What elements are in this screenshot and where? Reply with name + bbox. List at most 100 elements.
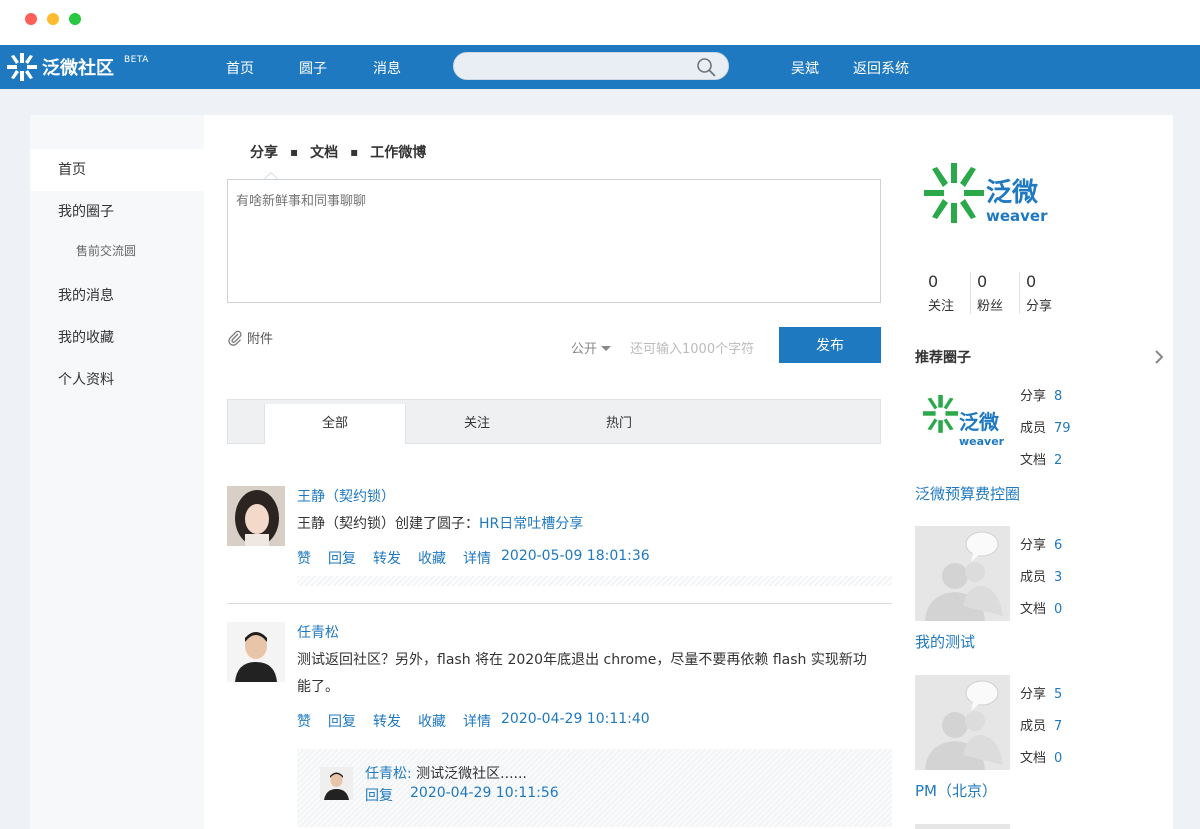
tab-separator: ▪ xyxy=(350,145,359,159)
user-photo-icon xyxy=(320,767,353,800)
favorite-button[interactable]: 收藏 xyxy=(418,548,446,568)
publish-button[interactable]: 发布 xyxy=(779,327,881,363)
post-author[interactable]: 王静（契约锁） xyxy=(297,486,395,506)
sidebar-item-my-favorites[interactable]: 我的收藏 xyxy=(30,317,204,359)
stat-value: 0 xyxy=(1026,272,1037,291)
sidebar-item-home[interactable]: 首页 xyxy=(30,149,204,191)
quote-author[interactable]: 任青松: xyxy=(365,766,412,782)
reply-button[interactable]: 回复 xyxy=(328,548,356,568)
stat-shares[interactable]: 0 分享 xyxy=(1024,272,1069,314)
circle-logo-cn-text: 泛微 xyxy=(959,410,999,434)
quote-timestamp: 2020-04-29 10:11:56 xyxy=(410,785,559,801)
circle-share-label: 分享 xyxy=(1020,538,1047,553)
circle-doc-label: 文档 xyxy=(1020,453,1047,468)
attach-button[interactable]: 附件 xyxy=(227,328,273,347)
minimize-window-button[interactable] xyxy=(47,13,59,25)
circle-name[interactable]: 我的测试 xyxy=(915,631,975,652)
circle-doc-value[interactable]: 0 xyxy=(1054,602,1062,617)
tab-work-weibo[interactable]: 工作微博 xyxy=(370,142,426,162)
avatar[interactable] xyxy=(227,622,285,682)
circle-share-count: 分享 8 xyxy=(1020,385,1062,404)
circle-doc-count: 文档 0 xyxy=(1020,598,1062,617)
circle-image[interactable] xyxy=(915,526,1010,621)
circle-share-label: 分享 xyxy=(1020,389,1047,404)
recommended-circles-title: 推荐圈子 xyxy=(915,350,971,366)
sidebar-item-profile[interactable]: 个人资料 xyxy=(30,359,204,401)
profile-logo: 泛微 weaver xyxy=(920,153,1062,235)
post-timestamp: 2020-04-29 10:11:40 xyxy=(501,711,650,727)
tab-following[interactable]: 关注 xyxy=(406,404,548,444)
circle-logo-en-text: weaver xyxy=(959,435,1005,448)
stat-label: 分享 xyxy=(1026,299,1053,314)
circle-doc-count: 文档 2 xyxy=(1020,449,1062,468)
circle-member-label: 成员 xyxy=(1020,570,1047,585)
nav-home[interactable]: 首页 xyxy=(226,58,254,78)
circle-share-value[interactable]: 6 xyxy=(1054,538,1062,553)
sidebar-item-my-circles[interactable]: 我的圈子 xyxy=(30,191,204,233)
circle-member-count: 成员 79 xyxy=(1020,417,1071,436)
privacy-dropdown[interactable]: 公开 xyxy=(571,338,612,357)
circle-share-value[interactable]: 8 xyxy=(1054,389,1062,404)
tab-share[interactable]: 分享 xyxy=(250,142,278,162)
favorite-button[interactable]: 收藏 xyxy=(418,711,446,731)
circle-image[interactable] xyxy=(915,675,1010,770)
maximize-window-button[interactable] xyxy=(69,13,81,25)
stat-following[interactable]: 0 关注 xyxy=(926,272,971,314)
attach-label: 附件 xyxy=(247,332,274,347)
nav-back-to-system[interactable]: 返回系统 xyxy=(853,58,909,78)
details-button[interactable]: 详情 xyxy=(463,548,491,568)
circle-name[interactable]: PM（北京） xyxy=(915,780,997,801)
forwarded-quote: 任青松: 测试泛微社区...... 回复 2020-04-29 10:11:56 xyxy=(297,749,892,827)
post-actions: 赞 回复 转发 收藏 详情 2020-05-09 18:01:36 xyxy=(297,548,650,568)
details-button[interactable]: 详情 xyxy=(463,711,491,731)
avatar[interactable] xyxy=(227,486,285,546)
stat-value: 0 xyxy=(928,272,939,291)
circle-image[interactable]: 泛微 weaver xyxy=(915,377,1010,472)
post-timestamp: 2020-05-09 18:01:36 xyxy=(501,548,650,564)
close-window-button[interactable] xyxy=(25,13,37,25)
tab-document[interactable]: 文档 xyxy=(310,142,338,162)
chevron-right-icon[interactable] xyxy=(1154,350,1164,364)
post-divider xyxy=(227,603,892,604)
circle-member-value[interactable]: 79 xyxy=(1054,421,1071,436)
tab-all[interactable]: 全部 xyxy=(264,404,406,444)
site-logo[interactable]: 泛微社区 xyxy=(6,50,114,84)
search-box xyxy=(453,52,729,80)
circle-doc-value[interactable]: 2 xyxy=(1054,453,1062,468)
circle-share-value[interactable]: 5 xyxy=(1054,687,1062,702)
profile-stats: 0 关注 0 粉丝 0 分享 xyxy=(926,272,1073,314)
forward-button[interactable]: 转发 xyxy=(373,548,401,568)
circle-member-value[interactable]: 3 xyxy=(1054,570,1062,585)
nav-user[interactable]: 吴斌 xyxy=(791,58,819,78)
weaver-brand-logo-icon: 泛微 weaver xyxy=(924,163,1048,225)
sidebar-sub-item-presales-circle[interactable]: 售前交流圆 xyxy=(76,242,136,259)
brand-cn-text: 泛微 xyxy=(986,177,1038,208)
right-column: 泛微 weaver 0 关注 0 粉丝 0 分享 推荐圈子 泛微 weaver … xyxy=(906,115,1173,829)
reply-button[interactable]: 回复 xyxy=(328,711,356,731)
search-input[interactable] xyxy=(468,57,688,75)
circle-doc-value[interactable]: 0 xyxy=(1054,751,1062,766)
post-composer[interactable] xyxy=(227,179,881,303)
forward-button[interactable]: 转发 xyxy=(373,711,401,731)
search-icon[interactable] xyxy=(696,57,716,77)
circle-member-value[interactable]: 7 xyxy=(1054,719,1062,734)
like-button[interactable]: 赞 xyxy=(297,548,311,568)
circle-member-label: 成员 xyxy=(1020,719,1047,734)
quote-reply-button[interactable]: 回复 xyxy=(365,785,393,805)
tab-hot[interactable]: 热门 xyxy=(548,404,690,444)
avatar[interactable] xyxy=(320,767,353,800)
nav-circles[interactable]: 圆子 xyxy=(299,58,327,78)
post-author[interactable]: 任青松 xyxy=(297,622,339,642)
main-column: 分享 ▪ 文档 ▪ 工作微博 附件 公开 还可输入1000个字符 发布 全部 关… xyxy=(205,115,905,829)
weaver-logo-icon xyxy=(7,53,37,81)
like-button[interactable]: 赞 xyxy=(297,711,311,731)
stat-label: 粉丝 xyxy=(977,299,1004,314)
paperclip-icon xyxy=(228,330,242,346)
stat-followers[interactable]: 0 粉丝 xyxy=(975,272,1020,314)
circle-name[interactable]: 泛微预算费控圈 xyxy=(915,483,1020,504)
circle-member-count: 成员 3 xyxy=(1020,566,1062,585)
circle-link[interactable]: HR日常吐槽分享 xyxy=(479,516,583,532)
sidebar-item-my-messages[interactable]: 我的消息 xyxy=(30,275,204,317)
nav-messages[interactable]: 消息 xyxy=(373,58,401,78)
beta-badge: BETA xyxy=(124,55,149,65)
